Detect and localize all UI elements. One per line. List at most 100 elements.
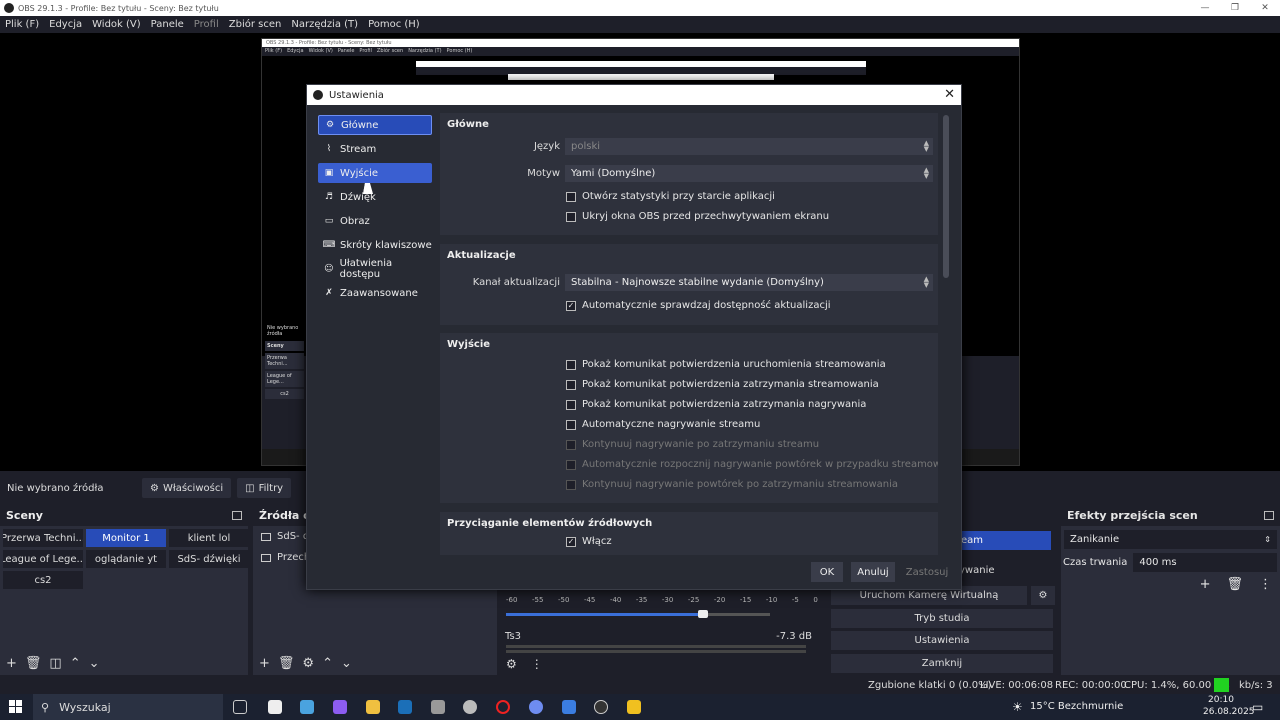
add-source-icon[interactable]: +: [259, 656, 270, 671]
record-button[interactable]: ywanie: [959, 561, 1051, 580]
remove-source-icon[interactable]: 🗑: [278, 656, 295, 671]
duration-input[interactable]: 400 ms: [1133, 553, 1277, 572]
discord-icon[interactable]: [529, 700, 543, 714]
undock-icon[interactable]: [1264, 511, 1274, 520]
calculator-icon[interactable]: [300, 700, 314, 714]
app-icon[interactable]: [431, 700, 445, 714]
checkbox-confirm-stop-record[interactable]: Pokaż komunikat potwierdzenia zatrzymani…: [566, 399, 866, 410]
move-up-icon[interactable]: ⌃: [322, 656, 333, 671]
maximize-icon[interactable]: ❐: [1220, 0, 1250, 16]
app-icon[interactable]: [333, 700, 347, 714]
add-transition-icon[interactable]: +: [1200, 577, 1211, 592]
checkbox-open-stats[interactable]: Otwórz statystyki przy starcie aplikacji: [566, 191, 775, 202]
opera-icon[interactable]: [496, 700, 510, 714]
exit-button[interactable]: Zamknij: [831, 654, 1053, 673]
taskbar-search[interactable]: ⚲ Wyszukaj: [33, 694, 223, 720]
audio-mixer: -60 -55 -50 -45 -40 -35 -30 -25 -20 -15 -10 -5 0 Ts3…: [500, 583, 824, 675]
start-stream-button[interactable]: eam: [959, 531, 1051, 550]
menu-profile[interactable]: Profil: [189, 19, 224, 30]
checkbox-hide-obs[interactable]: Ukryj okna OBS przed przechwytywaniem ek…: [566, 211, 829, 222]
nav-output[interactable]: ▣ Wyjście: [318, 163, 432, 183]
menu-scene-collection[interactable]: Zbiór scen: [224, 19, 287, 30]
steam-icon[interactable]: [398, 700, 412, 714]
language-select[interactable]: polski ▲ ▼: [565, 138, 933, 155]
transition-menu-icon[interactable]: ⋮: [1259, 577, 1272, 592]
mixer-settings-icon[interactable]: ⚙: [506, 657, 517, 671]
checkbox-snapping-enable[interactable]: ✓ Włącz: [566, 536, 612, 547]
scene-button[interactable]: SdS- dźwięki: [169, 550, 249, 568]
theme-select[interactable]: Yami (Domyślne) ▲ ▼: [565, 165, 933, 182]
properties-button[interactable]: ⚙ Właściwości: [142, 478, 232, 498]
scrollbar-thumb[interactable]: [943, 115, 949, 278]
group-title: Główne: [447, 119, 489, 130]
app-icon[interactable]: [627, 700, 641, 714]
clock-time: 20:10: [1208, 695, 1234, 705]
nav-general[interactable]: ⚙ Główne: [318, 115, 432, 135]
mixer-menu-icon[interactable]: ⋮: [531, 657, 543, 671]
scene-grid: Przerwa Techni... Monitor 1 klient lol L…: [0, 526, 249, 592]
nav-audio[interactable]: ♬ Dźwięk: [318, 187, 432, 207]
settings-button[interactable]: Ustawienia: [831, 631, 1053, 650]
move-down-icon[interactable]: ⌄: [341, 656, 352, 671]
file-icon[interactable]: [268, 700, 282, 714]
obs-logo-icon: [313, 90, 323, 100]
meter-tick-label: -35: [635, 596, 648, 604]
remove-transition-icon[interactable]: 🗑: [1226, 577, 1243, 592]
nav-advanced[interactable]: ✗ Zaawansowane: [318, 283, 432, 303]
scene-button-active[interactable]: Monitor 1: [86, 529, 166, 547]
obs-taskbar-icon[interactable]: [594, 700, 608, 714]
meter-tick-label: -60: [506, 596, 518, 604]
cancel-button[interactable]: Anuluj: [851, 562, 895, 582]
add-scene-icon[interactable]: +: [6, 656, 17, 671]
app-icon[interactable]: [463, 700, 477, 714]
scene-button[interactable]: oglądanie yt: [86, 550, 166, 568]
checkbox-confirm-start-stream[interactable]: Pokaż komunikat potwierdzenia uruchomien…: [566, 359, 886, 370]
move-up-icon[interactable]: ⌃: [70, 656, 81, 671]
dropped-frames: Zgubione klatki 0 (0.0%): [868, 680, 992, 691]
transition-select[interactable]: Zanikanie ⇕: [1064, 530, 1277, 549]
settings-scrollbar[interactable]: [943, 115, 949, 555]
source-settings-icon[interactable]: ⚙: [302, 656, 314, 671]
group-updates: Aktualizacje Kanał aktualizacji Stabilna…: [440, 244, 938, 325]
meter-tick-label: -5: [791, 596, 799, 604]
minimize-icon[interactable]: —: [1190, 0, 1220, 16]
app-icon[interactable]: [562, 700, 576, 714]
volume-slider[interactable]: [506, 610, 770, 618]
menu-docks[interactable]: Panele: [146, 19, 189, 30]
remove-scene-icon[interactable]: 🗑: [25, 656, 42, 671]
close-icon[interactable]: ✕: [944, 87, 955, 102]
close-window-icon[interactable]: ✕: [1250, 0, 1280, 16]
studio-mode-button[interactable]: Tryb studia: [831, 609, 1053, 628]
duration-label: Czas trwania: [1063, 557, 1128, 568]
task-view-icon[interactable]: [233, 700, 247, 714]
speaker-icon: ♬: [324, 192, 334, 202]
undock-icon[interactable]: [232, 511, 242, 520]
update-channel-select[interactable]: Stabilna - Najnowsze stabilne wydanie (D…: [565, 274, 933, 291]
scene-button[interactable]: klient lol: [169, 529, 249, 547]
nav-hotkeys[interactable]: ⌨ Skróty klawiszowe: [318, 235, 432, 255]
menu-file[interactable]: Plik (F): [0, 19, 44, 30]
checkbox-auto-record[interactable]: Automatyczne nagrywanie streamu: [566, 419, 760, 430]
menu-tools[interactable]: Narzędzia (T): [286, 19, 363, 30]
window-title: OBS 29.1.3 - Profile: Bez tytułu - Sceny…: [18, 3, 219, 13]
filters-button[interactable]: ◫ Filtry: [237, 478, 292, 498]
scene-button[interactable]: Przerwa Techni...: [3, 529, 83, 547]
checkbox-confirm-stop-stream[interactable]: Pokaż komunikat potwierdzenia zatrzymani…: [566, 379, 879, 390]
notifications-icon[interactable]: ▭: [1252, 700, 1263, 714]
checkbox-auto-update[interactable]: ✓ Automatycznie sprawdzaj dostępność aktu…: [566, 300, 831, 311]
windows-start-icon[interactable]: [9, 700, 22, 713]
menu-edit[interactable]: Edycja: [44, 19, 87, 30]
ok-button[interactable]: OK: [811, 562, 843, 582]
menu-help[interactable]: Pomoc (H): [363, 19, 425, 30]
nav-accessibility[interactable]: ☺ Ułatwienia dostępu: [318, 258, 432, 280]
scene-filter-icon[interactable]: ◫: [49, 656, 61, 671]
move-down-icon[interactable]: ⌄: [89, 656, 100, 671]
slider-knob[interactable]: [698, 610, 708, 618]
scene-button[interactable]: cs2: [3, 571, 83, 589]
nav-video[interactable]: ▭ Obraz: [318, 211, 432, 231]
virtual-cam-settings-icon[interactable]: ⚙: [1031, 586, 1055, 605]
menu-view[interactable]: Widok (V): [87, 19, 146, 30]
scene-button[interactable]: League of Lege...: [3, 550, 83, 568]
folder-icon[interactable]: [366, 700, 380, 714]
nav-stream[interactable]: ⌇ Stream: [318, 139, 432, 159]
